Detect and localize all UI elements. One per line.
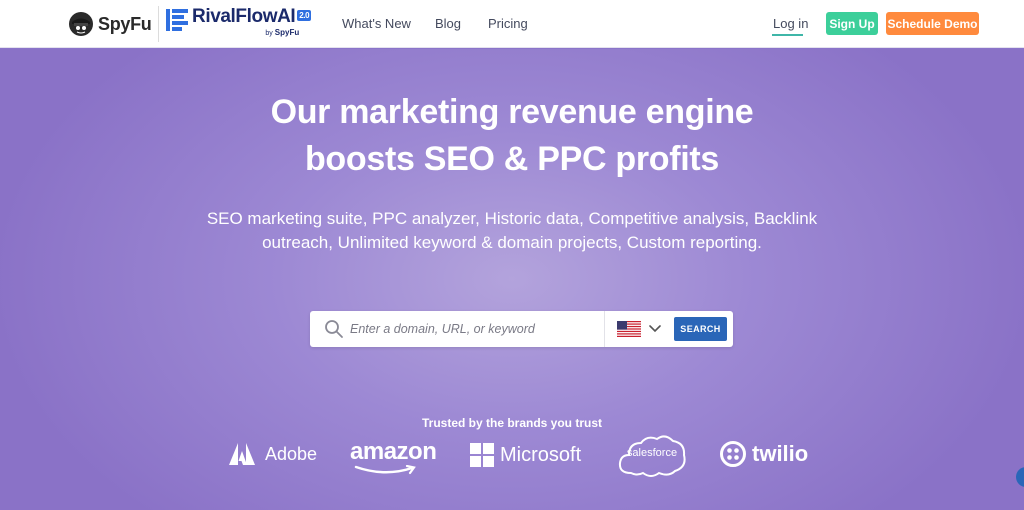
rivalflow-logo-icon (166, 9, 188, 31)
twilio-logo: twilio (720, 441, 808, 467)
nav-blog[interactable]: Blog (435, 16, 461, 31)
twilio-logo-text: twilio (752, 441, 809, 466)
rivalflow-logo-text: RivalFlowAI (192, 6, 296, 27)
signup-button[interactable]: Sign Up (826, 12, 878, 35)
microsoft-logo-text: Microsoft (500, 443, 582, 466)
spyfu-mascot-icon (69, 12, 93, 36)
search-icon (325, 320, 343, 338)
rivalflow-byline: by SpyFu (192, 28, 311, 37)
brand-logos-row: Adobe amazon Microsoft salesforce twilio (0, 435, 1024, 483)
byline-brand: SpyFu (274, 28, 300, 37)
amazon-logo-text: amazon (350, 438, 437, 465)
search-input[interactable] (350, 315, 602, 343)
login-link[interactable]: Log in (773, 16, 808, 31)
search-bar: SEARCH (310, 311, 733, 347)
top-nav-bar: SpyFu RivalFlowAI 2.0 by SpyFu What's Ne… (0, 0, 1024, 48)
spyfu-logo-text: SpyFu (98, 13, 152, 34)
adobe-icon (229, 443, 255, 465)
nav-whats-new[interactable]: What's New (342, 16, 411, 31)
version-badge: 2.0 (297, 10, 312, 21)
adobe-logo: Adobe (229, 443, 317, 465)
nav-pricing[interactable]: Pricing (488, 16, 528, 31)
chevron-down-icon (649, 325, 661, 333)
microsoft-windows-icon (470, 443, 494, 467)
amazon-logo: amazon (350, 438, 437, 475)
microsoft-logo: Microsoft (470, 443, 581, 467)
headline-line-2: boosts SEO & PPC profits (304, 140, 720, 178)
amazon-smile-icon (354, 465, 416, 475)
salesforce-logo: salesforce (617, 433, 687, 479)
country-select[interactable] (604, 311, 672, 347)
adobe-logo-text: Adobe (265, 443, 318, 464)
hero-section: Our marketing revenue engine boosts SEO … (0, 49, 1024, 510)
twilio-icon (720, 441, 746, 467)
trusted-by-label: Trusted by the brands you trust (421, 416, 603, 430)
rivalflow-logo[interactable]: RivalFlowAI 2.0 by SpyFu (166, 6, 312, 42)
byline-by: by (265, 30, 273, 37)
hero-headline: Our marketing revenue engine boosts SEO … (0, 89, 1024, 183)
hero-subheadline: SEO marketing suite, PPC analyzer, Histo… (206, 209, 818, 252)
headline-line-1: Our marketing revenue engine (270, 93, 754, 131)
salesforce-logo-text: salesforce (626, 447, 678, 459)
search-button[interactable]: SEARCH (674, 317, 727, 341)
logo-divider (158, 6, 159, 42)
us-flag-icon (617, 321, 641, 337)
schedule-demo-button[interactable]: Schedule Demo (886, 12, 979, 35)
login-underline (772, 34, 803, 36)
spyfu-logo[interactable]: SpyFu (68, 9, 152, 39)
